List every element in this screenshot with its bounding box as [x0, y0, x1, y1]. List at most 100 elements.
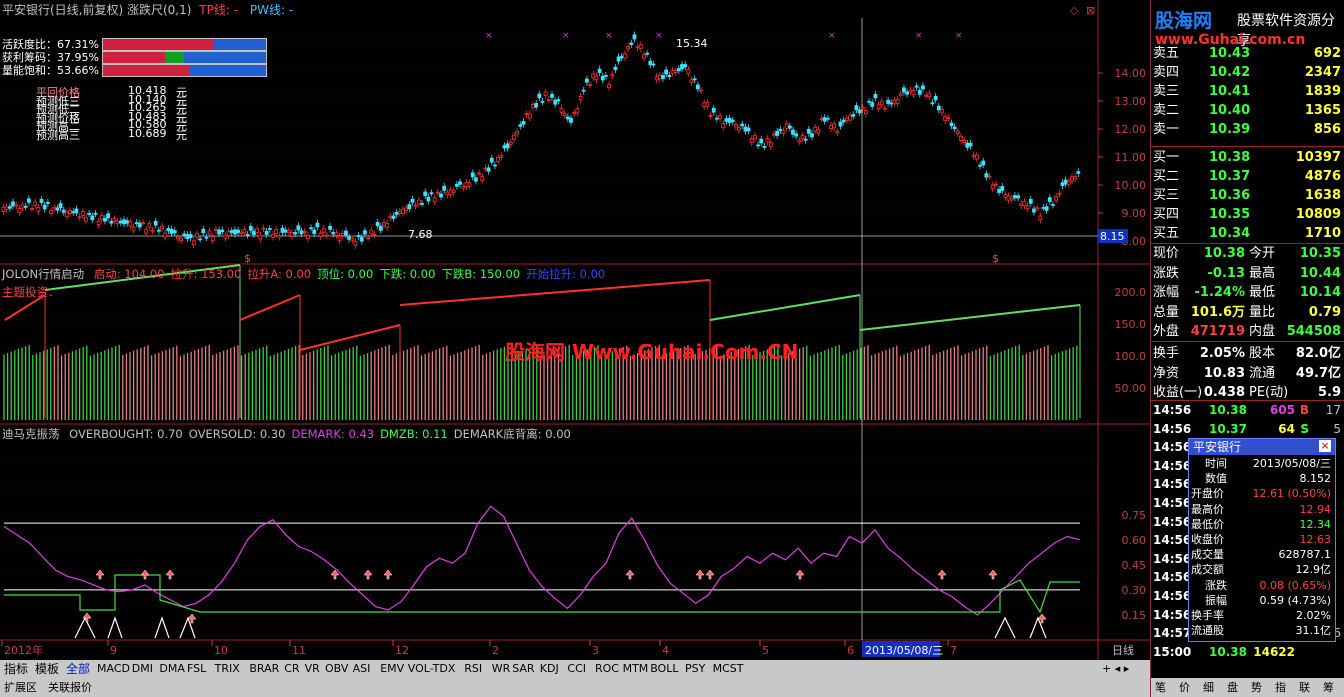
- candle: [439, 193, 443, 198]
- popup-row: 流通股 31.1亿: [1191, 624, 1331, 639]
- quote-value: 471719: [1190, 324, 1245, 340]
- indicator1-param: 开始拉升: 0.00: [526, 267, 606, 281]
- popup-value: 12.94: [1299, 502, 1332, 516]
- tab-mtm[interactable]: MTM: [621, 661, 651, 677]
- candle: [87, 213, 92, 215]
- candle: [150, 229, 155, 232]
- right-tab[interactable]: 筹: [1323, 680, 1334, 695]
- candle: [42, 204, 47, 210]
- tab-cci[interactable]: CCI: [565, 661, 588, 677]
- chart-area[interactable]: 14.00 13.00 12.00 11.00 10.00 9.00 8.00 8.15 × × ×…: [0, 0, 1150, 660]
- tab-brar[interactable]: BRAR: [247, 661, 281, 677]
- right-tab[interactable]: 笔: [1155, 680, 1166, 695]
- right-tab[interactable]: 细: [1203, 680, 1214, 695]
- tab-asi[interactable]: ASI: [351, 661, 373, 677]
- book-price: 10.36: [1209, 188, 1251, 203]
- tab-cr[interactable]: CR: [282, 661, 301, 677]
- tab-dma[interactable]: DMA: [157, 661, 187, 677]
- tab-roc[interactable]: ROC: [593, 661, 621, 677]
- price-axis-label: 9.00: [1122, 207, 1147, 220]
- tick-time: 14:56: [1153, 403, 1192, 417]
- popup-title-bar[interactable]: 平安银行 ×: [1189, 439, 1335, 455]
- tab-obv[interactable]: OBV: [323, 661, 350, 677]
- popup-value: 8.152: [1299, 472, 1332, 486]
- right-tab[interactable]: 价: [1179, 680, 1190, 695]
- candle: [721, 123, 726, 129]
- tick-time: 14:56: [1153, 440, 1192, 455]
- tab-指标[interactable]: 指标: [2, 661, 30, 677]
- tab-macd[interactable]: MACD: [95, 661, 132, 677]
- tab-vr[interactable]: VR: [303, 661, 322, 677]
- window-controls[interactable]: ◇ ⊠: [1070, 4, 1095, 17]
- zoom-controls[interactable]: + ◂ ▸: [1100, 661, 1131, 677]
- gauge-bar: [102, 64, 267, 77]
- chart-title: 平安银行(日线,前复权) 涨跌尺(0,1): [2, 3, 192, 17]
- tab-模板[interactable]: 模板: [33, 661, 61, 677]
- candle: [734, 124, 738, 128]
- candle: [569, 117, 573, 123]
- quote-value: 82.0亿: [1295, 346, 1341, 361]
- tab-rsi[interactable]: RSI: [462, 661, 484, 677]
- pw-line-label: PW线: -: [249, 3, 294, 17]
- right-tab[interactable]: 联: [1299, 680, 1310, 695]
- candle: [1013, 195, 1017, 199]
- right-tab[interactable]: 势: [1251, 680, 1262, 695]
- watermark-center: 股海网 Www.Guhai.Com.CN: [505, 340, 799, 364]
- tab-vol-tdx[interactable]: VOL-TDX: [406, 661, 458, 677]
- right-tab[interactable]: 盘: [1227, 680, 1238, 695]
- candle: [1006, 195, 1011, 201]
- close-chart-icon[interactable]: ⊠: [1086, 4, 1095, 17]
- marker-x: ×: [605, 31, 613, 41]
- tick-row[interactable]: 15:00 10.38 14622: [1153, 643, 1343, 662]
- book-label: 买四: [1153, 207, 1180, 222]
- candle: [122, 219, 126, 225]
- tab-全部[interactable]: 全部: [64, 661, 92, 677]
- tab-emv[interactable]: EMV: [378, 661, 406, 677]
- popup-label: 最高价: [1191, 502, 1224, 516]
- watermark-logo: 股海网: [1155, 10, 1213, 32]
- candle: [965, 142, 970, 148]
- candle: [743, 126, 748, 132]
- period-label[interactable]: 日线: [1112, 643, 1134, 657]
- candle: [233, 229, 237, 235]
- popup-row: 成交额 12.9亿: [1191, 563, 1331, 578]
- tab-dmi[interactable]: DMI: [130, 661, 155, 677]
- ind2-axis-label: 0.30: [1122, 584, 1147, 597]
- candle: [578, 96, 583, 100]
- candle: [651, 63, 656, 66]
- popup-value: 628787.1: [1278, 548, 1332, 562]
- popup-close-icon[interactable]: ×: [1319, 440, 1331, 452]
- tab-sar[interactable]: SAR: [510, 661, 536, 677]
- candle: [822, 117, 827, 122]
- tab-kdj[interactable]: KDJ: [538, 661, 561, 677]
- price-axis-label: 12.00: [1115, 123, 1147, 136]
- popup-label: 开盘价: [1191, 487, 1224, 501]
- indicator-tab-bar[interactable]: 指标 模板 全部 MACD DMI DMA FSL TRIX BRAR CR VR OBV ASI EMV…: [0, 660, 1150, 678]
- candle: [334, 232, 339, 236]
- right-tab[interactable]: 指: [1275, 680, 1286, 695]
- tab-trix[interactable]: TRIX: [213, 661, 242, 677]
- tick-row[interactable]: 14:56 10.37 64 S 5: [1153, 420, 1343, 439]
- candle: [156, 229, 161, 232]
- tab-psy[interactable]: PSY: [683, 661, 707, 677]
- book-price: 10.39: [1209, 122, 1251, 137]
- candle: [388, 215, 393, 219]
- bar-info-popup[interactable]: 平安银行 × 时间 2013/05/08/三 数值 8.152 开盘价 12.61 (0.…: [1188, 438, 1336, 642]
- tick-time: 14:56: [1153, 514, 1192, 529]
- restore-icon[interactable]: ◇: [1070, 4, 1078, 17]
- tab-wr[interactable]: WR: [490, 661, 513, 677]
- bottom-tab-bar[interactable]: 扩展区 关联报价: [0, 678, 1150, 697]
- candle: [1041, 207, 1046, 209]
- right-tab-bar[interactable]: 笔价细盘势指联筹: [1151, 678, 1344, 697]
- candle: [917, 89, 922, 95]
- tab-fsl[interactable]: FSL: [185, 661, 208, 677]
- jolon-trend-line: [399, 279, 711, 306]
- tab-mcst[interactable]: MCST: [711, 661, 746, 677]
- bottom-tab[interactable]: 扩展区: [4, 680, 37, 695]
- bottom-tab[interactable]: 关联报价: [48, 680, 92, 695]
- candle: [483, 167, 488, 170]
- tick-row[interactable]: 14:56 10.38 605 B 17: [1153, 401, 1343, 420]
- tab-boll[interactable]: BOLL: [648, 661, 680, 677]
- candle: [508, 141, 513, 145]
- candle: [309, 227, 313, 230]
